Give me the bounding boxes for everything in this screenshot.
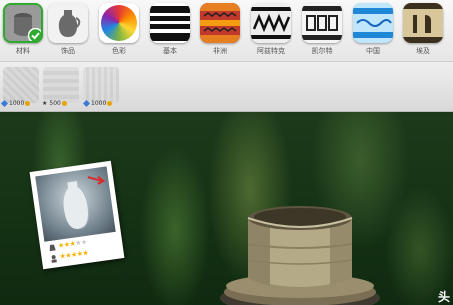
category-material[interactable]: [3, 3, 43, 43]
category-label: 中国: [366, 47, 380, 55]
category-label: 材料: [16, 47, 30, 55]
arrow-icon: [87, 175, 106, 185]
category-label: 饰品: [61, 47, 75, 55]
rating-stars-top: ★★★★★: [58, 238, 88, 250]
rating-stars-bottom: ★★★★★: [59, 249, 89, 261]
reference-photo-card[interactable]: ★★★★★ ★★★★★: [29, 160, 125, 270]
category-label: 基本: [163, 47, 177, 55]
category-label: 埃及: [416, 47, 430, 55]
category-label: 凯尔特: [311, 47, 333, 55]
vase-icon: [58, 10, 81, 37]
item-price: 1000: [0, 99, 31, 108]
coin-icon: [61, 101, 67, 106]
corner-label[interactable]: 头: [438, 288, 450, 305]
reference-photo: [35, 166, 116, 242]
item-price: ★ 500: [42, 100, 67, 107]
egyptian-pattern-icon: [403, 3, 443, 43]
category-label: 非洲: [213, 47, 227, 55]
stripes-icon: [150, 3, 190, 43]
pottery-scene: 材料 饰品 色彩 基本 非洲 阿兹特克 凯尔特 中国 埃及 1000 ★ 500…: [0, 0, 453, 305]
gem-icon: [82, 99, 91, 108]
category-bar: 材料 饰品 色彩 基本 非洲 阿兹特克 凯尔特 中国 埃及: [0, 0, 453, 62]
category-aztec[interactable]: [251, 3, 291, 43]
color-wheel-icon: [101, 5, 137, 41]
coin-icon: [107, 101, 113, 106]
star-filled-icon: ★★★: [57, 239, 76, 250]
star-empty-icon: ★★: [74, 237, 88, 248]
african-pattern-icon: [200, 3, 240, 43]
category-label: 色彩: [112, 47, 126, 55]
gem-icon: [0, 99, 9, 108]
category-label: 阿兹特克: [257, 47, 285, 55]
star-icon: ★: [42, 100, 48, 107]
category-color[interactable]: [99, 3, 139, 43]
item-swatch[interactable]: [83, 67, 119, 103]
category-africa[interactable]: [200, 3, 240, 43]
category-decoration[interactable]: [48, 3, 88, 43]
celtic-pattern-icon: [302, 3, 342, 43]
item-swatch[interactable]: [3, 67, 39, 103]
category-celtic[interactable]: [302, 3, 342, 43]
check-icon: [28, 28, 41, 41]
category-china[interactable]: [353, 3, 393, 43]
item-swatch[interactable]: [43, 67, 79, 103]
item-bar: [0, 62, 453, 112]
pot-small-icon: [49, 244, 56, 252]
star-filled-icon: ★★★★★: [59, 248, 89, 261]
category-egypt[interactable]: [403, 3, 443, 43]
category-basic[interactable]: [150, 3, 190, 43]
person-icon: [51, 255, 57, 263]
chinese-pattern-icon: [353, 3, 393, 43]
aztec-pattern-icon: [251, 3, 291, 43]
coin-icon: [25, 101, 31, 106]
item-price: 1000: [82, 99, 113, 108]
clay-pot[interactable]: [220, 200, 380, 305]
